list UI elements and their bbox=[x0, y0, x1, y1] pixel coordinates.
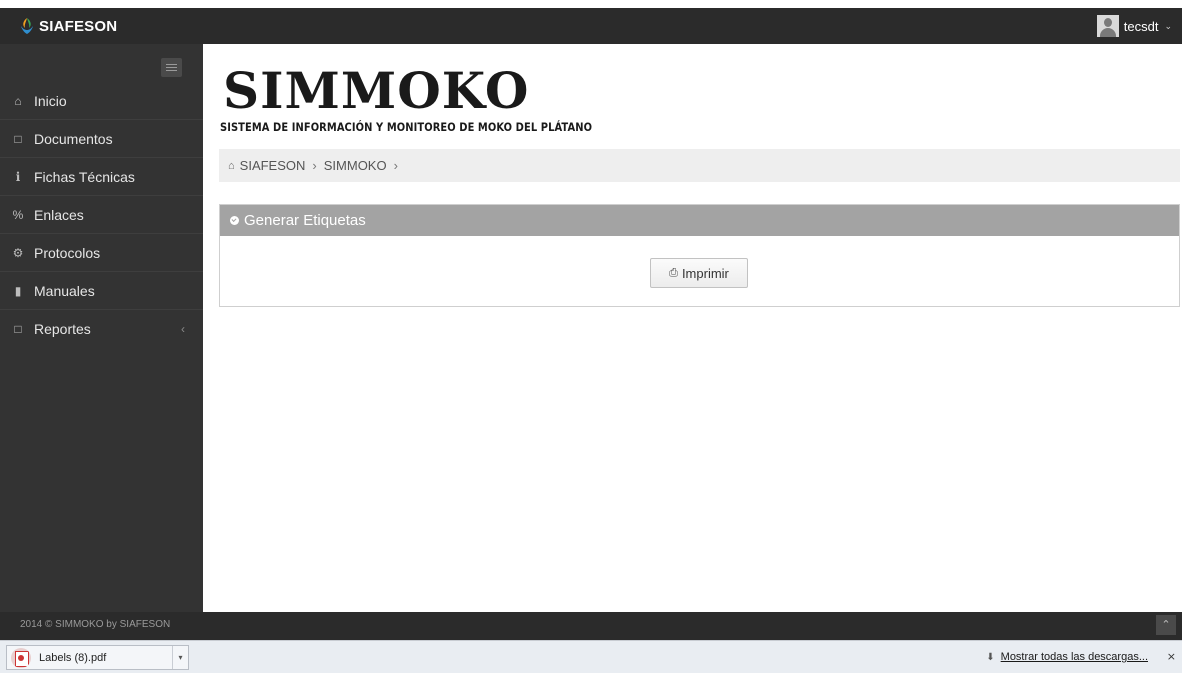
top-navbar: SIAFESON tecsdt ⌄ bbox=[0, 0, 1182, 44]
breadcrumb-item-siafeson[interactable]: SIAFESON bbox=[240, 158, 306, 173]
sidebar-item-enlaces[interactable]: % Enlaces bbox=[0, 196, 203, 234]
sidebar-menu: ⌂ Inicio □ Documentos i Fichas Técnicas … bbox=[0, 82, 203, 348]
panel-title: Generar Etiquetas bbox=[244, 212, 366, 229]
page-title: SIMMOKO bbox=[223, 61, 530, 120]
brand[interactable]: SIAFESON bbox=[0, 8, 203, 44]
show-all-downloads-label: Mostrar todas las descargas... bbox=[1000, 651, 1148, 663]
gear-icon: ⚙ bbox=[12, 245, 24, 260]
sidebar-toggle-button[interactable] bbox=[161, 58, 182, 77]
sidebar-item-protocolos[interactable]: ⚙ Protocolos bbox=[0, 234, 203, 272]
scroll-top-button[interactable]: ⌃ bbox=[1156, 615, 1176, 635]
brand-name: SIAFESON bbox=[39, 17, 118, 35]
download-bar: Labels (8).pdf ▾ ⬇ Mostrar todas las des… bbox=[0, 640, 1182, 673]
sidebar-item-label: Fichas Técnicas bbox=[34, 168, 135, 185]
sidebar-item-manuales[interactable]: ▮ Manuales bbox=[0, 272, 203, 310]
app-root: SIAFESON tecsdt ⌄ ⌂ Inicio □ Documentos … bbox=[0, 0, 1182, 673]
sidebar-item-label: Reportes bbox=[34, 321, 91, 337]
download-options-button[interactable]: ▾ bbox=[172, 646, 188, 669]
sidebar-item-label: Enlaces bbox=[34, 206, 84, 223]
sidebar-item-label: Inicio bbox=[34, 92, 67, 109]
pdf-file-icon bbox=[11, 647, 31, 668]
user-menu[interactable]: tecsdt ⌄ bbox=[1096, 12, 1172, 40]
close-icon[interactable]: × bbox=[1167, 650, 1176, 663]
home-icon[interactable]: ⌂ bbox=[228, 160, 235, 172]
sidebar-item-documentos[interactable]: □ Documentos bbox=[0, 120, 203, 158]
sidebar-item-label: Manuales bbox=[34, 282, 95, 299]
print-button-label: Imprimir bbox=[681, 265, 729, 281]
breadcrumb: ⌂ SIAFESON › SIMMOKO › bbox=[219, 149, 1180, 182]
breadcrumb-separator-icon: › bbox=[312, 158, 317, 173]
generar-etiquetas-panel: Generar Etiquetas ⎙ Imprimir bbox=[219, 204, 1180, 307]
sidebar-item-reportes[interactable]: □ Reportes ‹ bbox=[0, 310, 203, 348]
panel-header: Generar Etiquetas bbox=[220, 205, 1179, 236]
avatar bbox=[1096, 15, 1119, 37]
link-icon: % bbox=[12, 207, 24, 222]
breadcrumb-item-simmoko[interactable]: SIMMOKO bbox=[324, 158, 387, 173]
chevron-left-icon: ‹ bbox=[181, 322, 185, 336]
siafeson-logo-icon bbox=[21, 18, 33, 34]
folder-icon: □ bbox=[14, 131, 22, 146]
sidebar: ⌂ Inicio □ Documentos i Fichas Técnicas … bbox=[0, 44, 203, 612]
info-icon: i bbox=[15, 169, 21, 184]
sidebar-item-label: Protocolos bbox=[34, 244, 101, 261]
home-icon: ⌂ bbox=[14, 93, 22, 108]
main-content: SIMMOKO SISTEMA DE INFORMACIÓN Y MONITOR… bbox=[203, 44, 1182, 612]
print-button[interactable]: ⎙ Imprimir bbox=[650, 258, 748, 288]
sidebar-item-label: Documentos bbox=[34, 130, 113, 147]
page-subtitle: SISTEMA DE INFORMACIÓN Y MONITOREO DE MO… bbox=[220, 120, 593, 134]
download-file-name: Labels (8).pdf bbox=[39, 651, 107, 664]
footer-text: 2014 © SIMMOKO by SIAFESON bbox=[20, 619, 171, 630]
sidebar-item-fichas-tecnicas[interactable]: i Fichas Técnicas bbox=[0, 158, 203, 196]
panel-body: ⎙ Imprimir bbox=[220, 236, 1179, 306]
download-item[interactable]: Labels (8).pdf ▾ bbox=[6, 645, 189, 670]
book-icon: ▮ bbox=[14, 283, 22, 298]
check-circle-icon bbox=[230, 216, 239, 225]
show-all-downloads-link[interactable]: ⬇ Mostrar todas las descargas... bbox=[986, 651, 1148, 663]
print-icon: ⎙ bbox=[669, 266, 678, 279]
download-arrow-icon: ⬇ bbox=[986, 651, 995, 663]
file-icon: □ bbox=[14, 322, 22, 336]
chevron-down-icon: ⌄ bbox=[1164, 20, 1172, 31]
breadcrumb-separator-icon: › bbox=[393, 158, 398, 173]
footer: 2014 © SIMMOKO by SIAFESON ⌃ bbox=[0, 612, 1182, 640]
user-name: tecsdt bbox=[1123, 18, 1159, 34]
sidebar-item-inicio[interactable]: ⌂ Inicio bbox=[0, 82, 203, 120]
